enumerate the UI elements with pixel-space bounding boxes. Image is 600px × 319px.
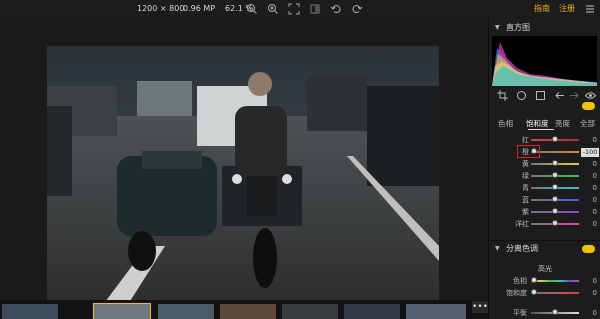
edited-photo: [47, 46, 439, 306]
filmstrip-thumbnail[interactable]: [220, 304, 276, 319]
filmstrip-thumbnail[interactable]: [2, 304, 58, 319]
slider-value: 0: [592, 309, 597, 317]
slider-row-cyan: 青 0: [489, 182, 600, 194]
image-megapixels: 0.96 MP: [183, 4, 216, 13]
slider-row-red: 红 0: [489, 134, 600, 146]
circle-icon[interactable]: [516, 90, 527, 101]
square-icon[interactable]: [535, 90, 546, 101]
zoom-in-icon[interactable]: [267, 3, 279, 15]
compare-icon[interactable]: [309, 3, 321, 15]
slider-knob[interactable]: [552, 160, 558, 166]
guide-link[interactable]: 指南: [534, 3, 550, 15]
slider-row-blue: 蓝 0: [489, 194, 600, 206]
slider-label: 饱和度: [506, 289, 527, 297]
highlight-box: [517, 145, 540, 158]
slider-knob[interactable]: [531, 289, 537, 295]
histogram: [492, 36, 597, 86]
more-options-button[interactable]: •••: [472, 301, 488, 313]
slider-row-highlight-saturation: 饱和度 0: [489, 287, 600, 299]
slider-label: 绿: [522, 172, 529, 180]
slider-row-green: 绿 0: [489, 170, 600, 182]
slider-knob[interactable]: [552, 196, 558, 202]
filmstrip: [0, 300, 488, 319]
slider-value: 0: [592, 160, 597, 168]
slider-knob[interactable]: [552, 208, 558, 214]
top-toolbar: 1200 × 800 0.96 MP 62.1 % 指南 注册: [0, 0, 600, 19]
tab-luminance[interactable]: 亮度: [555, 118, 570, 129]
slider-knob[interactable]: [531, 277, 537, 283]
adjustments-panel: ▼ 直方图 色相 饱和度 亮度 全部 红 0 橙 -100 黄 0 绿 0 青 …: [488, 18, 600, 319]
slider-label: 色相: [513, 277, 527, 285]
histogram-header[interactable]: ▼ 直方图: [489, 20, 600, 36]
slider-value: 0: [592, 184, 597, 192]
filmstrip-thumbnail-selected[interactable]: [93, 303, 151, 319]
split-toning-title: 分离色调: [506, 244, 538, 253]
slider-value: 0: [592, 220, 597, 228]
slider-label: 洋红: [515, 220, 529, 228]
split-toning-header[interactable]: ▼ 分离色调: [489, 240, 600, 257]
slider-value: 0: [592, 289, 597, 297]
slider-row-magenta: 洋红 0: [489, 218, 600, 230]
slider-value: 0: [592, 172, 597, 180]
slider-value: 0: [592, 196, 597, 204]
slider-knob[interactable]: [552, 136, 558, 142]
slider-label: 平衡: [513, 309, 527, 317]
menu-icon[interactable]: [584, 3, 596, 15]
slider-value: 0: [592, 208, 597, 216]
tab-hue[interactable]: 色相: [498, 118, 513, 129]
zoom-out-icon[interactable]: [246, 3, 258, 15]
active-tab-underline: [528, 129, 554, 130]
forward-arrow-icon[interactable]: [569, 90, 580, 101]
slider-knob[interactable]: [552, 220, 558, 226]
filmstrip-thumbnail[interactable]: [282, 304, 338, 319]
slider-knob[interactable]: [552, 184, 558, 190]
slider-value: 0: [592, 136, 597, 144]
eye-icon[interactable]: [584, 90, 597, 101]
highlights-label: 高光: [538, 265, 552, 273]
image-canvas[interactable]: [0, 18, 488, 306]
slider-row-highlight-hue: 色相 0: [489, 275, 600, 287]
filmstrip-thumbnail[interactable]: [158, 304, 214, 319]
slider-knob[interactable]: [552, 172, 558, 178]
slider-track[interactable]: [531, 292, 579, 294]
slider-row-purple: 紫 0: [489, 206, 600, 218]
slider-row-balance: 平衡 0: [489, 307, 600, 319]
slider-label: 紫: [522, 208, 529, 216]
back-arrow-icon[interactable]: [554, 90, 565, 101]
slider-value: 0: [592, 277, 597, 285]
histogram-title: 直方图: [506, 23, 530, 32]
image-dimensions: 1200 × 800: [137, 4, 185, 13]
fit-screen-icon[interactable]: [288, 3, 300, 15]
hsl-toggle[interactable]: [582, 102, 595, 110]
tab-saturation[interactable]: 饱和度: [526, 118, 549, 129]
filmstrip-thumbnail[interactable]: [406, 304, 466, 319]
crop-icon[interactable]: [497, 90, 508, 101]
slider-label: 青: [522, 184, 529, 192]
slider-track[interactable]: [531, 280, 579, 282]
slider-row-yellow: 黄 0: [489, 158, 600, 170]
undo-icon[interactable]: [330, 3, 342, 15]
slider-value-input[interactable]: -100: [581, 148, 599, 157]
tab-all[interactable]: 全部: [580, 118, 595, 129]
slider-label: 蓝: [522, 196, 529, 204]
collapse-arrow-icon: ▼: [495, 245, 500, 252]
redo-icon[interactable]: [351, 3, 363, 15]
register-link[interactable]: 注册: [559, 3, 575, 15]
collapse-arrow-icon: ▼: [495, 24, 500, 31]
split-toning-toggle[interactable]: [582, 245, 595, 253]
filmstrip-thumbnail[interactable]: [344, 304, 400, 319]
slider-knob[interactable]: [552, 309, 558, 315]
slider-label: 黄: [522, 160, 529, 168]
